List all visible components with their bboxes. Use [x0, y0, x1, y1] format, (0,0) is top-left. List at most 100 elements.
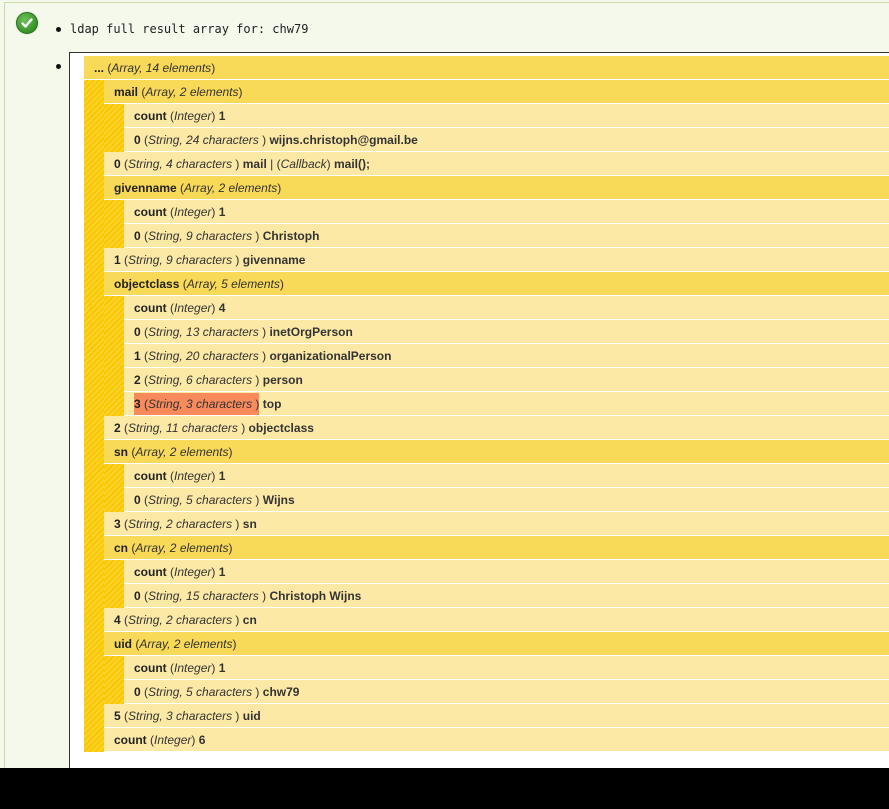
- dump-value: 1: [218, 109, 226, 123]
- dump-key: 2: [134, 373, 141, 387]
- dump-type: String, 4 characters: [128, 157, 236, 171]
- dump-value-row[interactable]: count (Integer) 1: [124, 104, 889, 128]
- dump-type-info: (Array, 2 elements): [131, 445, 233, 459]
- dump-value-row[interactable]: 5 (String, 3 characters ) uid: [104, 704, 889, 728]
- dump-separator: |: [270, 157, 274, 171]
- dump-children: mail (Array, 2 elements) count (Integer) …: [84, 80, 889, 752]
- dump-value-row[interactable]: count (Integer) 1: [124, 464, 889, 488]
- dump-type-info: (String, 5 characters ): [144, 493, 260, 507]
- dump-type: String, 6 characters: [148, 373, 256, 387]
- dump-key: 0: [134, 589, 141, 603]
- bullet-dump: [56, 64, 61, 69]
- dump-type-info: (Integer): [150, 733, 196, 747]
- dump-value: 1: [218, 661, 226, 675]
- dump-value: wijns.christoph@gmail.be: [269, 133, 418, 147]
- dump-type-info: (Array, 2 elements): [131, 541, 233, 555]
- dump-value: objectclass: [248, 421, 314, 435]
- dump-value: Wijns: [262, 493, 295, 507]
- dump-type-info: (Integer): [170, 205, 216, 219]
- dump-type-info: (String, 6 characters ): [144, 373, 260, 387]
- dump-value-row[interactable]: count (Integer) 1: [124, 200, 889, 224]
- dump-value-row[interactable]: count (Integer) 1: [124, 656, 889, 680]
- dump-root-meta: Array, 14 elements: [111, 61, 212, 75]
- dump-value-row[interactable]: 2 (String, 11 characters ) objectclass: [104, 416, 889, 440]
- dump-children: count (Integer) 40 (String, 13 character…: [104, 296, 889, 416]
- dump-value: uid: [242, 709, 261, 723]
- dump-value: 6: [198, 733, 206, 747]
- dump-type: String, 11 characters: [128, 421, 242, 435]
- dump-type-info: (String, 24 characters ): [144, 133, 267, 147]
- dump-type-info: (Array, 5 elements): [182, 277, 284, 291]
- dump-value: 1: [218, 565, 226, 579]
- dump-type-info: (String, 4 characters ): [124, 157, 240, 171]
- dump-value-row[interactable]: 1 (String, 9 characters ) givenname: [104, 248, 889, 272]
- dump-value: organizationalPerson: [269, 349, 392, 363]
- dump-type-info: (String, 9 characters ): [144, 229, 260, 243]
- dump-value-row[interactable]: 2 (String, 6 characters ) person: [124, 368, 889, 392]
- dump-array-row[interactable]: sn (Array, 2 elements): [104, 440, 889, 464]
- dump-level-2: count (Integer) 10 (String, 5 characters…: [124, 656, 889, 704]
- dump-value-row[interactable]: count (Integer) 4: [124, 296, 889, 320]
- dump-value-row[interactable]: 0 (String, 24 characters ) wijns.christo…: [124, 128, 889, 152]
- dump-level-2: count (Integer) 10 (String, 15 character…: [124, 560, 889, 608]
- dump-key: mail: [114, 85, 139, 99]
- dump-value-row[interactable]: 3 (String, 2 characters ) sn: [104, 512, 889, 536]
- dump-children: count (Integer) 10 (String, 5 characters…: [104, 464, 889, 512]
- dump-value-row[interactable]: 0 (String, 5 characters ) chw79: [124, 680, 889, 704]
- dump-type-info: (String, 2 characters ): [124, 517, 240, 531]
- dump-value-row[interactable]: 0 (String, 13 characters ) inetOrgPerson: [124, 320, 889, 344]
- indent-bar: [104, 200, 124, 248]
- dump-value: cn: [242, 613, 257, 627]
- dump-value-row[interactable]: 1 (String, 20 characters ) organizationa…: [124, 344, 889, 368]
- dump-value-row[interactable]: count (Integer) 6: [104, 728, 889, 752]
- dump-children: count (Integer) 10 (String, 24 character…: [104, 104, 889, 152]
- dump-type-info: (String, 9 characters ): [124, 253, 240, 267]
- dump-type-info: (String, 20 characters ): [144, 349, 267, 363]
- dump-type: String, 9 characters: [148, 229, 256, 243]
- dump-type: String, 9 characters: [128, 253, 236, 267]
- dump-type-info: (Integer): [170, 109, 216, 123]
- dump-key: uid: [114, 637, 132, 651]
- dump-type-info: (String, 13 characters ): [144, 325, 267, 339]
- dump-key: 2: [114, 421, 121, 435]
- dump-root-row[interactable]: ... (Array, 14 elements): [84, 56, 889, 80]
- dump-value-row[interactable]: count (Integer) 1: [124, 560, 889, 584]
- dump-type-info: (String, 5 characters ): [144, 685, 260, 699]
- dump-array-row[interactable]: givenname (Array, 2 elements): [104, 176, 889, 200]
- highlighted-entry: 3 (String, 3 characters ): [134, 393, 260, 415]
- dump-type: String, 20 characters: [148, 349, 263, 363]
- dump-array-row[interactable]: mail (Array, 2 elements): [104, 80, 889, 104]
- dump-array-row[interactable]: cn (Array, 2 elements): [104, 536, 889, 560]
- indent-bar: [84, 80, 104, 752]
- dump-value: 4: [218, 301, 226, 315]
- dump-value-row[interactable]: 0 (String, 5 characters ) Wijns: [124, 488, 889, 512]
- dump-type: String, 3 characters: [148, 397, 256, 411]
- dump-array-row[interactable]: uid (Array, 2 elements): [104, 632, 889, 656]
- dump-value-row[interactable]: 0 (String, 4 characters ) mail | (Callba…: [104, 152, 889, 176]
- dump-key: count: [134, 469, 167, 483]
- dump-type: String, 3 characters: [128, 709, 236, 723]
- check-circle-icon: [16, 12, 38, 34]
- indent-bar: [104, 296, 124, 416]
- dump-value-row[interactable]: 3 (String, 3 characters ) top: [124, 392, 889, 416]
- dump-value: 1: [218, 469, 226, 483]
- dump-type: Array, 2 elements: [135, 445, 229, 459]
- dump-level-1: mail (Array, 2 elements) count (Integer) …: [104, 80, 889, 752]
- dump-root-key: ...: [94, 61, 105, 75]
- dump-type: Integer: [174, 205, 212, 219]
- dump-value: chw79: [262, 685, 300, 699]
- dump-children: count (Integer) 10 (String, 9 characters…: [104, 200, 889, 248]
- dump-type-info: (Array, 2 elements): [180, 181, 282, 195]
- dump-type-info: (String, 3 characters ): [124, 709, 240, 723]
- dump-key: count: [134, 109, 167, 123]
- dump-key: count: [114, 733, 147, 747]
- dump-type: String, 15 characters: [148, 589, 263, 603]
- dump-level-2: count (Integer) 10 (String, 24 character…: [124, 104, 889, 152]
- dump-type-info: (Integer): [170, 565, 216, 579]
- dump-array-row[interactable]: objectclass (Array, 5 elements): [104, 272, 889, 296]
- dump-type-info: (Integer): [170, 661, 216, 675]
- dump-value-row[interactable]: 0 (String, 9 characters ) Christoph: [124, 224, 889, 248]
- dump-value: Christoph Wijns: [269, 589, 362, 603]
- dump-value-row[interactable]: 0 (String, 15 characters ) Christoph Wij…: [124, 584, 889, 608]
- dump-value-row[interactable]: 4 (String, 2 characters ) cn: [104, 608, 889, 632]
